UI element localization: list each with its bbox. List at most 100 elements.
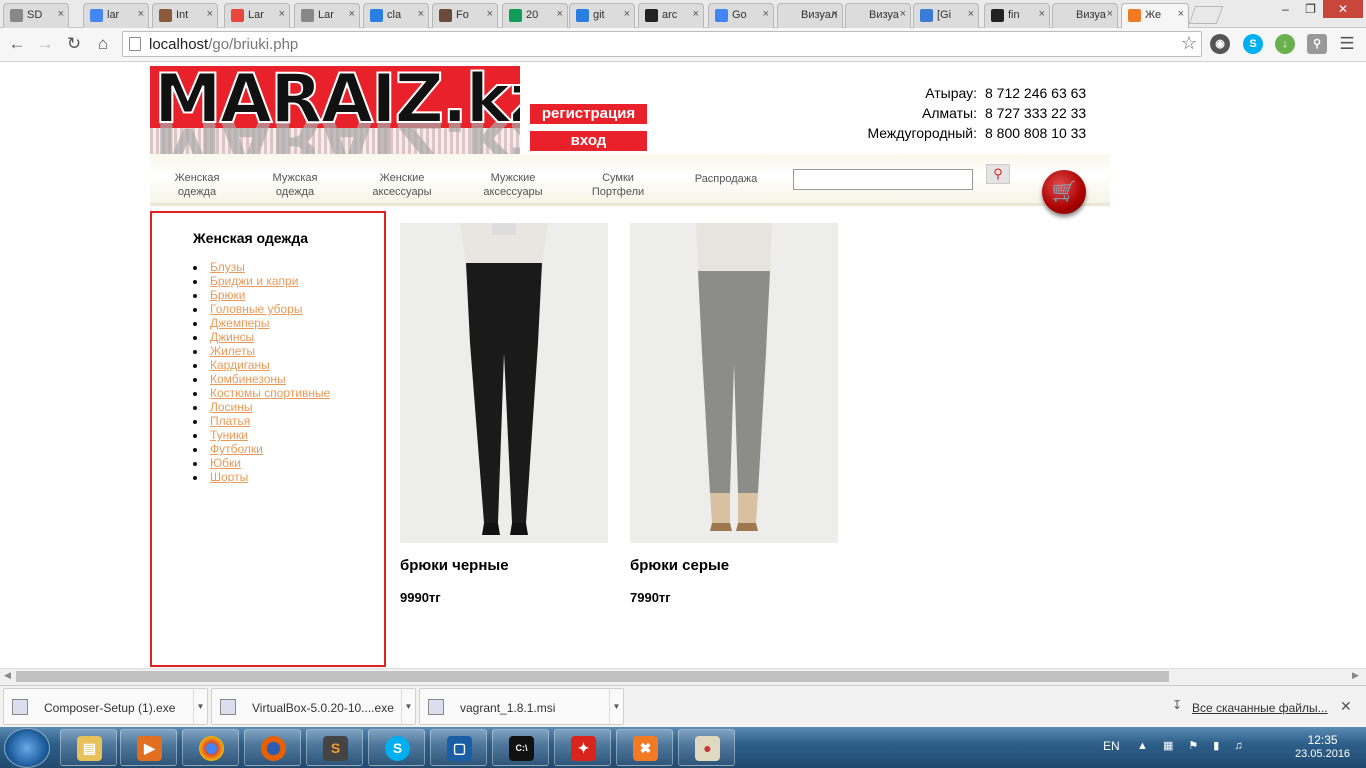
menu-womens-accessories[interactable]: Женские аксессуары (362, 171, 442, 199)
close-tab-icon[interactable]: × (487, 8, 493, 20)
taskbar-paint[interactable]: ● (678, 729, 735, 766)
browser-tab[interactable]: fin × (984, 3, 1050, 28)
category-link[interactable]: Туники (210, 428, 248, 442)
category-link[interactable]: Кардиганы (210, 358, 270, 372)
site-logo[interactable]: MARAIZ.kz MARAIZ.kz (150, 66, 520, 154)
menu-mens-accessories[interactable]: Мужские аксессуары (473, 171, 553, 199)
browser-tab[interactable]: Go × (708, 3, 774, 28)
browser-tab[interactable]: lar × (83, 3, 149, 28)
menu-sale[interactable]: Распродажа (686, 172, 766, 186)
close-tab-icon[interactable]: × (832, 8, 838, 20)
download-item[interactable]: Composer-Setup (1).exe ▼ (3, 688, 208, 725)
chevron-down-icon[interactable]: ▼ (609, 689, 623, 724)
category-link[interactable]: Брюки (210, 288, 246, 302)
taskbar-cmd[interactable]: C:\ (492, 729, 549, 766)
close-tab-icon[interactable]: × (1107, 8, 1113, 20)
taskbar-skype[interactable]: S (368, 729, 425, 766)
browser-tab[interactable]: Же × (1121, 3, 1189, 29)
close-tab-icon[interactable]: × (207, 8, 213, 20)
product-name[interactable]: брюки черные (400, 557, 509, 574)
close-tab-icon[interactable]: × (900, 8, 906, 20)
reload-icon[interactable]: ↻ (63, 33, 85, 55)
browser-tab[interactable]: Int × (152, 3, 218, 28)
browser-tab[interactable]: SD × (3, 3, 69, 28)
close-tab-icon[interactable]: × (349, 8, 355, 20)
download-item[interactable]: VirtualBox-5.0.20-10....exe ▼ (211, 688, 416, 725)
menu-mens-clothing[interactable]: Мужская одежда (262, 171, 328, 199)
category-link[interactable]: Джинсы (210, 330, 254, 344)
browser-tab[interactable]: Lar × (224, 3, 290, 28)
browser-tab[interactable]: 20 × (502, 3, 568, 28)
category-link[interactable]: Головные уборы (210, 302, 303, 316)
product-image[interactable] (630, 223, 838, 543)
product-card[interactable]: брюки серые 7990тг (630, 223, 838, 605)
browser-tab[interactable]: Fo × (432, 3, 498, 28)
close-tab-icon[interactable]: × (279, 8, 285, 20)
category-link[interactable]: Шорты (210, 470, 248, 484)
scroll-right-icon[interactable]: ▶ (1352, 670, 1359, 681)
restore-icon[interactable]: ❐ (1298, 0, 1323, 18)
new-tab-button[interactable] (1188, 6, 1224, 24)
category-link[interactable]: Лосины (210, 400, 253, 414)
login-button[interactable]: вход (530, 131, 647, 151)
taskbar-explorer[interactable]: ▤ (60, 729, 117, 766)
search-input[interactable] (793, 169, 973, 190)
menu-bags[interactable]: Сумки Портфели (583, 171, 653, 199)
all-downloads-link[interactable]: Все скачанные файлы... (1192, 701, 1328, 715)
scrollbar-thumb[interactable] (16, 671, 1169, 682)
taskbar-chrome[interactable] (182, 729, 239, 766)
category-link[interactable]: Платья (210, 414, 250, 428)
close-window-icon[interactable]: ✕ (1323, 0, 1363, 18)
product-card[interactable]: брюки черные 9990тг (400, 223, 608, 605)
close-tab-icon[interactable]: × (693, 8, 699, 20)
category-link[interactable]: Юбки (210, 456, 241, 470)
close-tab-icon[interactable]: × (1178, 8, 1184, 20)
clock[interactable]: 12:35 23.05.2016 (1295, 733, 1350, 761)
search-button[interactable]: ⚲ (986, 164, 1010, 184)
close-tab-icon[interactable]: × (624, 8, 630, 20)
taskbar-virtualbox[interactable]: ▢ (430, 729, 487, 766)
taskbar-sublime[interactable]: S (306, 729, 363, 766)
category-link[interactable]: Комбинезоны (210, 372, 286, 386)
browser-tab[interactable]: git × (569, 3, 635, 28)
category-link[interactable]: Футболки (210, 442, 263, 456)
download-item[interactable]: vagrant_1.8.1.msi ▼ (419, 688, 624, 725)
bookmark-star-icon[interactable]: ☆ (1181, 33, 1197, 54)
browser-tab[interactable]: Lar × (294, 3, 360, 28)
close-tab-icon[interactable]: × (763, 8, 769, 20)
close-tab-icon[interactable]: × (138, 8, 144, 20)
chevron-down-icon[interactable]: ▼ (193, 689, 207, 724)
eye-extension-icon[interactable]: ◉ (1210, 34, 1230, 54)
close-tab-icon[interactable]: × (1039, 8, 1045, 20)
browser-tab[interactable]: Визуа × (845, 3, 911, 28)
browser-tab[interactable]: Визуал × (777, 3, 843, 28)
browser-tab[interactable]: arc × (638, 3, 704, 28)
product-name[interactable]: брюки серые (630, 557, 729, 574)
tray-icons[interactable]: ▲ ▦ ⚑ ▮ ♫ (1137, 739, 1249, 752)
close-tab-icon[interactable]: × (557, 8, 563, 20)
category-link[interactable]: Жилеты (210, 344, 255, 358)
scroll-left-icon[interactable]: ◀ (4, 670, 11, 681)
address-bar[interactable]: localhost/go/briuki.php ☆ (122, 31, 1202, 57)
menu-icon[interactable]: ☰ (1336, 33, 1358, 55)
back-icon[interactable]: ← (6, 33, 28, 55)
close-tab-icon[interactable]: × (968, 8, 974, 20)
cart-icon[interactable]: 🛒 (1042, 170, 1086, 214)
taskbar-media[interactable]: ▶ (120, 729, 177, 766)
menu-womens-clothing[interactable]: Женская одежда (164, 171, 230, 199)
horizontal-scrollbar[interactable]: ◀ ▶ (0, 668, 1366, 685)
browser-tab[interactable]: [Gi × (913, 3, 979, 28)
forward-icon[interactable]: → (34, 33, 56, 55)
taskbar-app[interactable]: ✦ (554, 729, 611, 766)
chevron-down-icon[interactable]: ▼ (401, 689, 415, 724)
home-icon[interactable]: ⌂ (92, 33, 114, 55)
browser-tab[interactable]: cla × (363, 3, 429, 28)
category-link[interactable]: Блузы (210, 260, 245, 274)
product-image[interactable] (400, 223, 608, 543)
category-link[interactable]: Джемперы (210, 316, 270, 330)
language-indicator[interactable]: EN (1103, 739, 1120, 753)
register-button[interactable]: регистрация (530, 104, 647, 124)
skype-extension-icon[interactable]: S (1243, 34, 1263, 54)
download-extension-icon[interactable]: ↓ (1275, 34, 1295, 54)
close-tab-icon[interactable]: × (418, 8, 424, 20)
